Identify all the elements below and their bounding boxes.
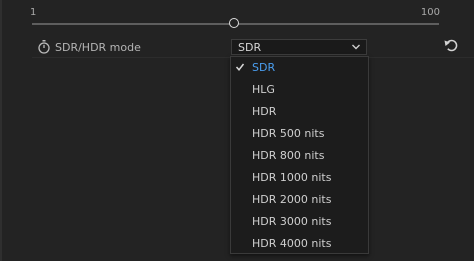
dropdown-option[interactable]: HDR 500 nits — [231, 123, 368, 145]
dropdown-option-label: HDR 500 nits — [252, 127, 325, 140]
dropdown-option-label: HDR 1000 nits — [252, 171, 332, 184]
dropdown-option-label: HLG — [252, 83, 275, 96]
dropdown-option-label: HDR 3000 nits — [252, 215, 332, 228]
select-value: SDR — [238, 41, 262, 54]
checkmark-icon — [235, 63, 245, 71]
dropdown-option[interactable]: SDR — [231, 57, 368, 79]
slider-thumb[interactable] — [229, 18, 239, 28]
dropdown-option-label: HDR 800 nits — [252, 149, 325, 162]
dropdown-option[interactable]: HDR — [231, 101, 368, 123]
reset-icon[interactable] — [444, 38, 458, 52]
dropdown-option[interactable]: HDR 4000 nits — [231, 233, 368, 255]
dropdown-option-label: HDR 2000 nits — [252, 193, 332, 206]
slider-min-label: 1 — [30, 7, 37, 18]
property-label: SDR/HDR mode — [55, 41, 141, 54]
sdr-hdr-mode-select[interactable]: SDR — [231, 39, 367, 55]
chevron-down-icon — [352, 44, 360, 50]
slider-max-label: 100 — [420, 7, 440, 18]
stopwatch-icon[interactable] — [38, 40, 50, 54]
dropdown-option[interactable]: HLG — [231, 79, 368, 101]
dropdown-option-label: HDR 4000 nits — [252, 237, 332, 250]
dropdown-option[interactable]: HDR 1000 nits — [231, 167, 368, 189]
dropdown-menu: SDR HLG HDR HDR 500 nits HDR 800 nits HDR 100… — [230, 56, 369, 254]
panel-left-border — [0, 0, 2, 261]
dropdown-option[interactable]: HDR 800 nits — [231, 145, 368, 167]
dropdown-option[interactable]: HDR 2000 nits — [231, 189, 368, 211]
dropdown-option[interactable]: HDR 3000 nits — [231, 211, 368, 233]
dropdown-option-label: SDR — [252, 61, 276, 74]
dropdown-option-label: HDR — [252, 105, 277, 118]
